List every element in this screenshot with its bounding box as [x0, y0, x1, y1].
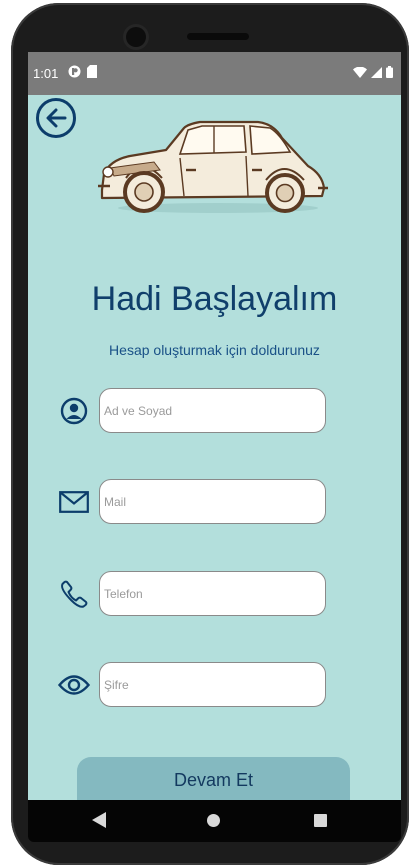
vintage-car-illustration	[98, 120, 328, 213]
full-name-input[interactable]	[99, 388, 326, 433]
phone-icon	[58, 579, 90, 609]
nav-back-icon[interactable]	[92, 812, 106, 828]
name-field-row	[28, 388, 401, 434]
notification-app-icon	[68, 65, 81, 78]
app-screen: 1:01 Hadi Başlayalım Hesap oluşturmak iç…	[28, 52, 401, 800]
front-camera	[126, 27, 146, 47]
sd-card-icon	[87, 65, 97, 78]
person-icon	[58, 396, 90, 426]
continue-button[interactable]: Devam Et	[77, 757, 350, 800]
earpiece-speaker	[187, 33, 249, 40]
android-nav-bar	[28, 800, 401, 842]
battery-icon	[386, 66, 393, 78]
mail-input[interactable]	[99, 479, 326, 524]
password-input[interactable]	[99, 662, 326, 707]
back-button[interactable]	[36, 98, 76, 138]
eye-icon[interactable]	[58, 670, 90, 700]
phone-field-row	[28, 571, 401, 617]
nav-home-icon[interactable]	[207, 814, 220, 827]
mail-icon	[58, 487, 90, 517]
mail-field-row	[28, 479, 401, 525]
phone-input[interactable]	[99, 571, 326, 616]
wifi-icon	[353, 66, 367, 78]
arrow-left-icon	[46, 108, 67, 128]
page-title: Hadi Başlayalım	[91, 280, 338, 318]
status-time: 1:01	[33, 66, 59, 81]
password-field-row	[28, 662, 401, 708]
nav-recent-apps-icon[interactable]	[314, 814, 327, 827]
signal-icon	[371, 66, 382, 78]
status-bar: 1:01	[28, 52, 401, 95]
page-subtitle: Hesap oluşturmak için doldurunuz	[109, 342, 320, 358]
